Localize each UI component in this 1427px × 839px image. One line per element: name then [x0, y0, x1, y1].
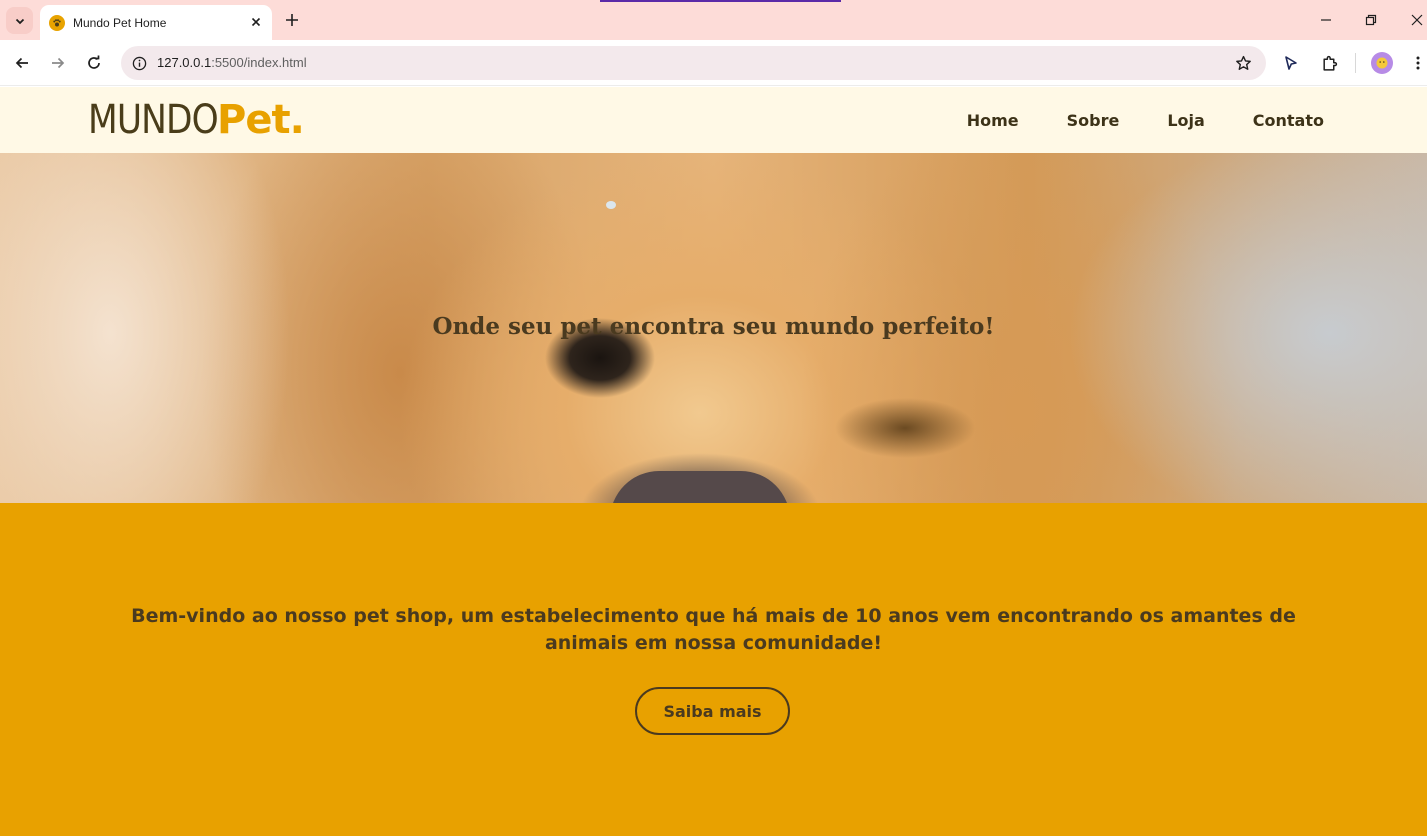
- puzzle-icon: [1322, 55, 1337, 71]
- tab-bar-accent-line: [600, 0, 841, 2]
- hero-banner: Onde seu pet encontra seu mundo perfeito…: [0, 153, 1427, 503]
- close-window-button[interactable]: [1407, 10, 1427, 30]
- paw-icon: [49, 14, 65, 31]
- main-nav: Home Sobre Loja Contato: [919, 87, 1324, 153]
- chevron-down-icon: [15, 18, 24, 24]
- restore-button[interactable]: [1361, 10, 1381, 30]
- address-bar[interactable]: 127.0.0.1:5500/index.html: [121, 46, 1266, 80]
- bookmark-star-icon[interactable]: [1234, 54, 1252, 72]
- site-logo[interactable]: MUNDO Pet.: [88, 97, 305, 143]
- saiba-mais-button[interactable]: Saiba mais: [635, 687, 790, 735]
- nav-link-sobre[interactable]: Sobre: [1067, 111, 1120, 130]
- close-icon: [1411, 14, 1423, 26]
- back-button[interactable]: [11, 52, 33, 74]
- url-path: :5500/index.html: [211, 55, 307, 70]
- hero-dog-nose: [610, 471, 790, 503]
- reload-icon: [88, 55, 100, 69]
- close-tab-icon[interactable]: [248, 14, 264, 30]
- nav-link-contato[interactable]: Contato: [1253, 111, 1324, 130]
- arrow-left-icon: [15, 57, 28, 69]
- cursor-arrow-icon: [1285, 56, 1297, 70]
- plus-icon: [286, 14, 298, 26]
- avatar-icon: [1376, 57, 1388, 69]
- logo-text-mundo: MUNDO: [88, 97, 219, 143]
- restore-icon: [1365, 14, 1377, 26]
- nav-link-home[interactable]: Home: [967, 111, 1019, 130]
- toolbar-separator: [1355, 53, 1356, 73]
- welcome-section: Bem-vindo ao nosso pet shop, um estabele…: [0, 503, 1427, 836]
- tab-title: Mundo Pet Home: [73, 15, 167, 30]
- profile-avatar[interactable]: [1371, 52, 1393, 74]
- arrow-right-icon: [52, 57, 65, 69]
- hero-tagline: Onde seu pet encontra seu mundo perfeito…: [432, 313, 995, 340]
- url-text[interactable]: 127.0.0.1:5500/index.html: [157, 55, 307, 70]
- reload-button[interactable]: [83, 52, 105, 74]
- minimize-button[interactable]: [1316, 10, 1336, 30]
- nav-link-loja[interactable]: Loja: [1167, 111, 1204, 130]
- extensions-button[interactable]: [1318, 52, 1340, 74]
- url-host: 127.0.0.1: [157, 55, 212, 70]
- browser-toolbar: 127.0.0.1:5500/index.html: [0, 40, 1427, 86]
- cursor-extension-button[interactable]: [1280, 52, 1302, 74]
- hero-dog-eye-highlight: [606, 201, 616, 209]
- active-tab[interactable]: Mundo Pet Home: [40, 5, 272, 40]
- new-tab-button[interactable]: [282, 10, 302, 30]
- more-vertical-icon: [1416, 56, 1420, 70]
- minimize-icon: [1321, 19, 1331, 21]
- site-header: MUNDO Pet. Home Sobre Loja Contato: [0, 87, 1427, 153]
- welcome-text: Bem-vindo ao nosso pet shop, um estabele…: [131, 605, 1296, 654]
- forward-button[interactable]: [47, 52, 69, 74]
- browser-tab-bar: Mundo Pet Home: [0, 0, 1427, 40]
- browser-menu-button[interactable]: [1407, 52, 1427, 74]
- logo-text-pet: Pet.: [217, 97, 305, 143]
- tab-search-button[interactable]: [6, 7, 33, 34]
- site-info-icon[interactable]: [131, 55, 147, 71]
